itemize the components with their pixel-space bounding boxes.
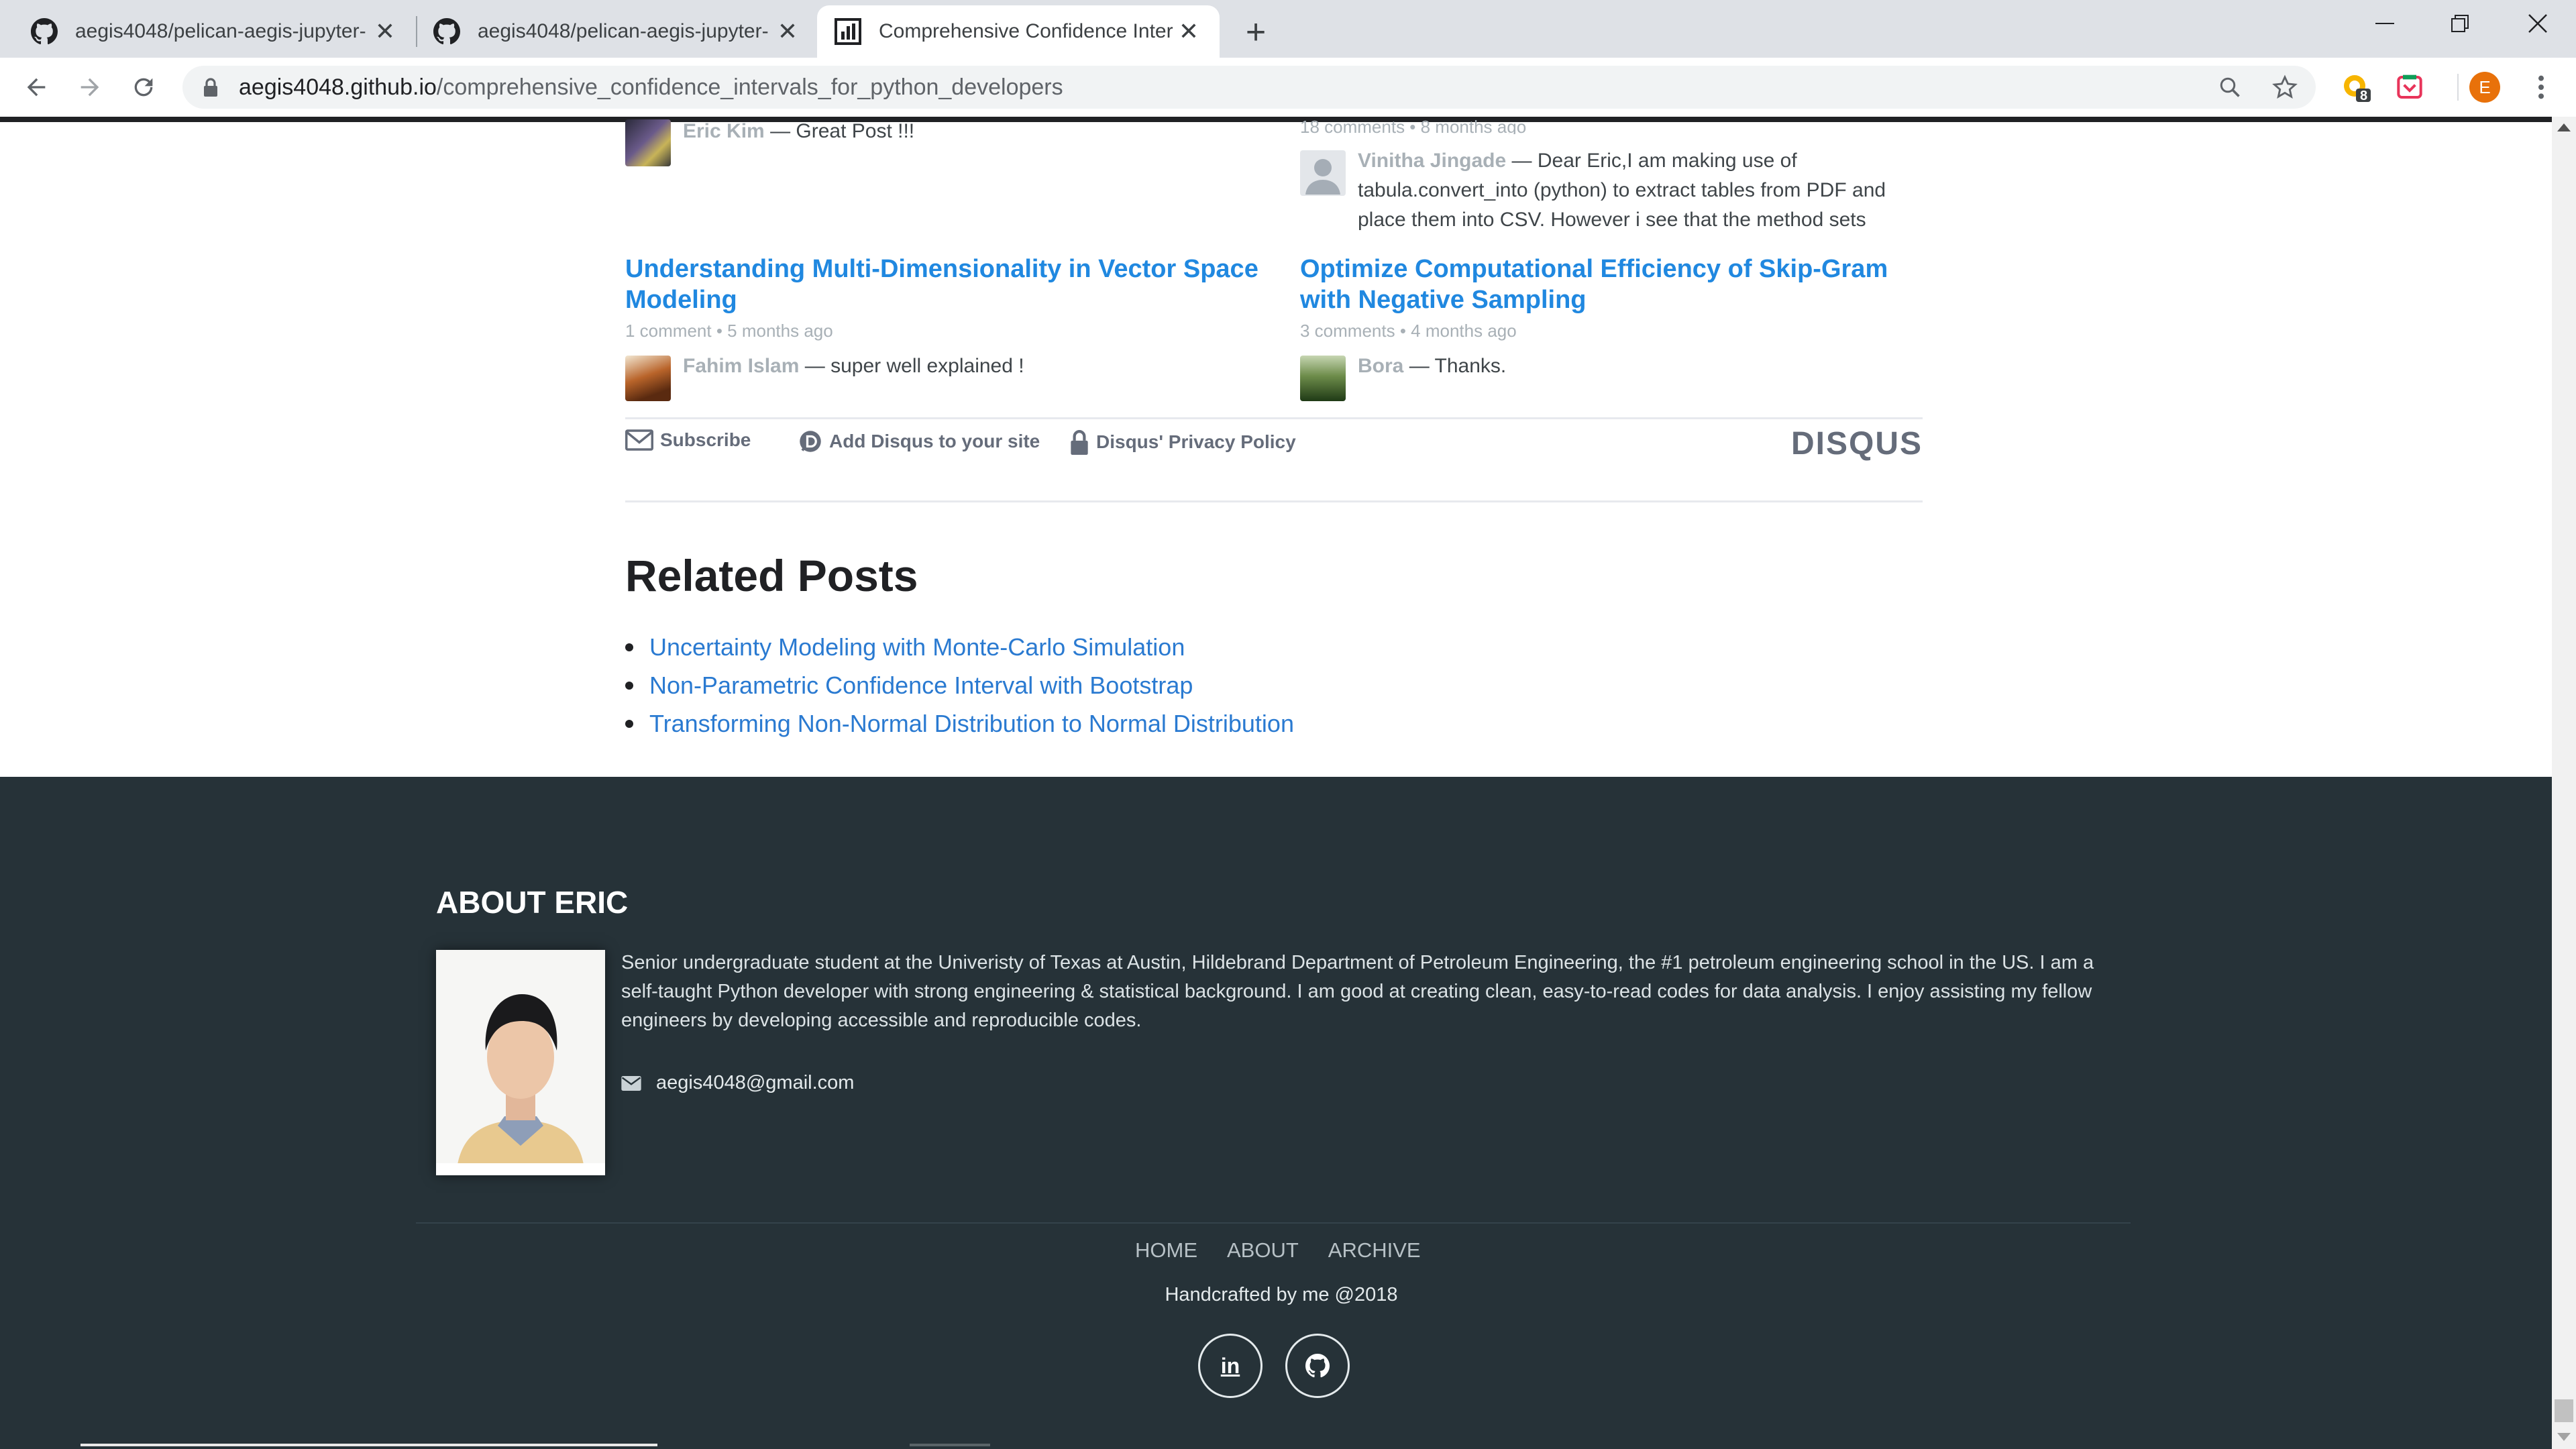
comment-text: — super well explained ! — [804, 355, 1024, 377]
privacy-policy-label: Disqus' Privacy Policy — [1096, 431, 1296, 452]
close-tab-icon[interactable]: ✕ — [774, 17, 801, 45]
page-top-rule — [0, 117, 2563, 122]
tab-title: aegis4048/pelican-aegis-jupyter- — [478, 20, 769, 42]
close-tab-icon[interactable]: ✕ — [1175, 17, 1202, 45]
email-contact[interactable]: aegis4048@gmail.com — [621, 1072, 854, 1094]
comment-text: — Thanks. — [1409, 355, 1507, 377]
profile-initial: E — [2469, 72, 2500, 103]
comment-author[interactable]: Bora — [1358, 355, 1403, 377]
footer-nav: HOME ABOUT ARCHIVE — [1135, 1238, 1421, 1263]
related-posts-heading: Related Posts — [625, 551, 918, 600]
comment-snippet: Bora — Thanks. — [1358, 352, 1506, 381]
subscribe-link[interactable]: Subscribe — [625, 429, 751, 451]
disqus-divider — [625, 417, 1923, 419]
tab-strip: aegis4048/pelican-aegis-jupyter- ✕ aegis… — [0, 0, 2576, 58]
browser-toolbar: aegis4048.github.io/comprehensive_confid… — [0, 58, 2576, 117]
github-icon — [31, 18, 58, 45]
commenter-avatar[interactable] — [625, 119, 671, 166]
list-item: Non-Parametric Confidence Interval with … — [625, 666, 1294, 704]
related-post-link[interactable]: Uncertainty Modeling with Monte-Carlo Si… — [649, 633, 1185, 661]
post-meta: 18 comments • 8 months ago — [1300, 117, 1527, 134]
about-description: Senior undergraduate student at the Univ… — [621, 952, 2094, 1031]
lock-icon[interactable] — [203, 78, 219, 100]
profile-avatar[interactable]: E — [2469, 71, 2501, 103]
tab-title: Comprehensive Confidence Inter — [879, 20, 1173, 42]
pocket-icon[interactable] — [2394, 71, 2426, 103]
section-divider — [625, 500, 1923, 502]
linkedin-button[interactable]: in — [1198, 1334, 1263, 1398]
related-post-link[interactable]: Non-Parametric Confidence Interval with … — [649, 672, 1193, 700]
github-button[interactable] — [1285, 1334, 1350, 1398]
related-posts-list: Uncertainty Modeling with Monte-Carlo Si… — [625, 628, 1294, 743]
list-item: Transforming Non-Normal Distribution to … — [625, 704, 1294, 743]
padlock-icon — [1071, 430, 1088, 455]
url-text[interactable]: aegis4048.github.io/comprehensive_confid… — [239, 74, 1063, 101]
default-avatar-icon[interactable] — [1300, 150, 1346, 196]
page-scrollbar[interactable] — [2552, 117, 2576, 1449]
tab-title: aegis4048/pelican-aegis-jupyter- — [75, 20, 366, 42]
close-tab-icon[interactable]: ✕ — [372, 17, 398, 45]
privacy-policy-link[interactable]: Disqus' Privacy Policy — [1069, 429, 1296, 455]
bullet — [625, 643, 633, 651]
subscribe-label: Subscribe — [660, 429, 751, 450]
comment-author[interactable]: Vinitha Jingade — [1358, 150, 1506, 172]
comment-snippet: Vinitha Jingade — Dear Eric,I am making … — [1358, 146, 1928, 235]
list-item: Uncertainty Modeling with Monte-Carlo Si… — [625, 628, 1294, 666]
about-heading: ABOUT ERIC — [436, 885, 629, 920]
related-post-link[interactable]: Transforming Non-Normal Distribution to … — [649, 710, 1294, 738]
tab-github-1[interactable]: aegis4048/pelican-aegis-jupyter- ✕ — [13, 5, 416, 58]
commenter-avatar[interactable] — [1300, 356, 1346, 401]
disqus-d-icon — [800, 431, 821, 452]
bullet — [625, 681, 633, 690]
github-icon — [433, 18, 460, 45]
extension-badge: 8 — [2360, 89, 2368, 103]
envelope-icon — [621, 1075, 641, 1091]
author-photo — [436, 950, 605, 1175]
new-tab-button[interactable]: + — [1234, 11, 1277, 54]
recommended-post-title[interactable]: Optimize Computational Efficiency of Ski… — [1300, 254, 1944, 315]
comment-snippet: Fahim Islam — super well explained ! — [683, 352, 1024, 381]
github-icon — [1305, 1354, 1330, 1378]
address-bar[interactable]: aegis4048.github.io/comprehensive_confid… — [182, 66, 2316, 109]
add-disqus-label: Add Disqus to your site — [829, 431, 1040, 451]
post-meta: 1 comment • 5 months ago — [625, 321, 833, 341]
tab-active-page[interactable]: Comprehensive Confidence Inter ✕ — [817, 5, 1220, 58]
reload-button[interactable] — [123, 67, 164, 107]
commenter-avatar[interactable] — [625, 356, 671, 401]
footer-divider — [416, 1222, 2131, 1224]
bottom-bar-strip — [80, 1444, 657, 1446]
minimize-button[interactable] — [2348, 0, 2422, 47]
add-disqus-link[interactable]: Add Disqus to your site — [798, 429, 1040, 453]
bullet — [625, 719, 633, 728]
search-icon[interactable] — [2215, 72, 2245, 102]
recommended-post-title[interactable]: Understanding Multi-Dimensionality in Ve… — [625, 254, 1269, 315]
linkedin-icon: in — [1220, 1353, 1240, 1378]
extension-icon[interactable]: 8 — [2340, 71, 2372, 103]
nav-about-link[interactable]: ABOUT — [1227, 1238, 1299, 1263]
post-meta: 3 comments • 4 months ago — [1300, 321, 1517, 341]
nav-archive-link[interactable]: ARCHIVE — [1328, 1238, 1421, 1263]
scroll-down-arrow-icon[interactable] — [2557, 1433, 2571, 1441]
comment-snippet: Eric Kim — Great Post !!! — [683, 117, 914, 146]
email-address[interactable]: aegis4048@gmail.com — [656, 1072, 854, 1094]
disqus-logo[interactable]: DISQUS — [1791, 425, 1923, 462]
close-window-button[interactable] — [2501, 0, 2575, 47]
comment-text: — Great Post !!! — [770, 120, 915, 142]
chart-favicon-icon — [835, 18, 861, 45]
scrollbar-thumb[interactable] — [2555, 1399, 2573, 1422]
comment-author[interactable]: Eric Kim — [683, 120, 765, 142]
scroll-up-arrow-icon[interactable] — [2557, 123, 2571, 131]
envelope-icon — [625, 429, 653, 451]
footer-credit: Handcrafted by me @2018 — [1165, 1284, 1398, 1305]
forward-button[interactable] — [70, 67, 110, 107]
site-footer — [0, 777, 2563, 1449]
tab-github-2[interactable]: aegis4048/pelican-aegis-jupyter- ✕ — [416, 5, 818, 58]
restore-button[interactable] — [2423, 0, 2497, 47]
chrome-menu-icon[interactable] — [2525, 71, 2557, 103]
bookmark-star-icon[interactable] — [2270, 72, 2300, 102]
back-button[interactable] — [16, 67, 56, 107]
comment-author[interactable]: Fahim Islam — [683, 355, 799, 377]
nav-home-link[interactable]: HOME — [1135, 1238, 1197, 1263]
bottom-bar-strip — [910, 1444, 990, 1446]
